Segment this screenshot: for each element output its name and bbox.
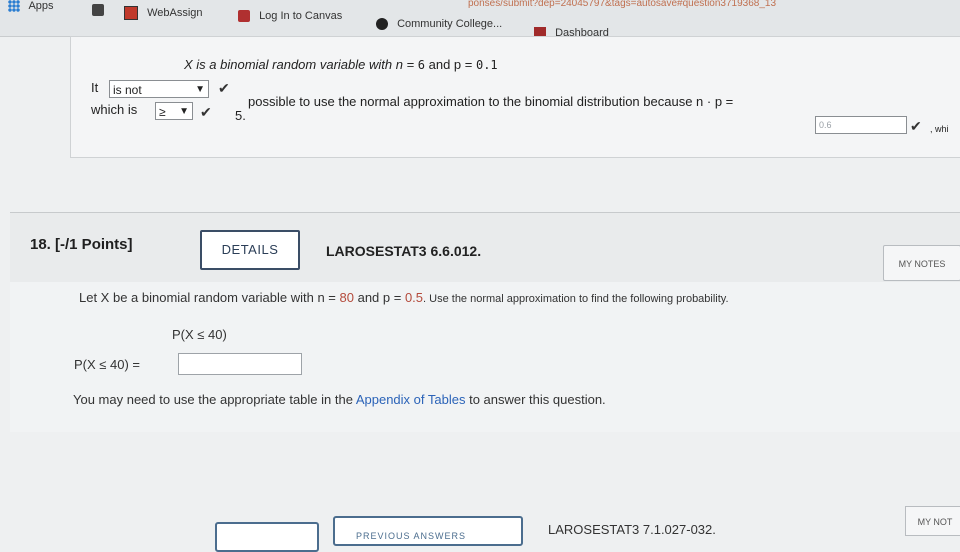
- bookmark-webassign[interactable]: WebAssign: [124, 6, 203, 20]
- q17-np-value: 0.6: [819, 120, 832, 130]
- bookmark-label: Community College...: [397, 18, 503, 30]
- details-button-next[interactable]: [215, 522, 319, 552]
- q17-possible-text: possible to use the normal approximation…: [248, 94, 734, 109]
- q18-expression: P(X ≤ 40): [172, 327, 227, 342]
- q17-trailing-text: , whi: [930, 124, 949, 134]
- q18-prompt-a: Let X be a binomial random variable with…: [79, 290, 340, 305]
- q17-compare-select[interactable]: ≥ ▼: [155, 102, 193, 120]
- q17-and-p: and p =: [425, 57, 476, 72]
- my-notes-button[interactable]: MY NOTES: [883, 245, 960, 281]
- q17-it-label: It: [91, 80, 99, 95]
- appendix-link[interactable]: Appendix of Tables: [356, 392, 466, 407]
- details-button[interactable]: DETAILS: [200, 230, 300, 270]
- select-value: ≥: [159, 105, 166, 119]
- question-code: LAROSESTAT3 6.6.012.: [326, 243, 482, 259]
- webassign-icon: [124, 6, 138, 20]
- question-number: 18. [-/1 Points]: [30, 236, 133, 253]
- bookmark-label: WebAssign: [147, 6, 203, 19]
- check-icon: ✔: [200, 104, 212, 120]
- q17-which-is: which is: [91, 102, 138, 117]
- chevron-down-icon: ▼: [179, 106, 189, 117]
- q17-n: 6: [417, 58, 425, 72]
- q17-np-input[interactable]: 0.6: [815, 116, 907, 134]
- bookmark-blank[interactable]: [92, 4, 110, 17]
- q18-prompt-c: . Use the normal approximation to find t…: [423, 293, 729, 305]
- q18-prompt-b: and p =: [353, 290, 405, 305]
- page-icon: [92, 4, 104, 17]
- q18-hint-b: to answer this question.: [465, 392, 606, 407]
- bookmark-label: Log In to Canvas: [259, 10, 343, 22]
- check-icon: ✔: [910, 118, 922, 134]
- q17-five: 5.: [235, 108, 246, 123]
- q17-stem: X is a binomial random variable with n =…: [184, 57, 498, 72]
- apps-grid-icon: [8, 0, 20, 13]
- url-fragment: ponses/submit?dep=24045797&tags=autosave…: [468, 0, 777, 9]
- q18-answer-label: P(X ≤ 40) =: [74, 357, 141, 372]
- chevron-down-icon: ▼: [195, 84, 205, 95]
- q18-p: 0.5: [404, 290, 424, 305]
- bookmark-apps[interactable]: Apps: [8, 0, 54, 13]
- q18-prompt: Let X be a binomial random variable with…: [79, 290, 729, 305]
- q18-hint: You may need to use the appropriate tabl…: [73, 392, 606, 407]
- check-icon: ✔: [218, 80, 230, 96]
- canvas-icon: [238, 10, 250, 23]
- my-notes-button-next[interactable]: MY NOT: [905, 506, 960, 536]
- answer-input[interactable]: [178, 353, 302, 375]
- bookmarks-bar: Apps WebAssign Log In to Canvas Communit…: [0, 0, 960, 40]
- q17-stem-prefix: X is a binomial random variable with n =: [184, 57, 418, 72]
- q18-hint-a: You may need to use the appropriate tabl…: [73, 392, 356, 407]
- q17-p: 0.1: [475, 58, 498, 72]
- q18-n: 80: [339, 290, 354, 305]
- question-18-header: [10, 212, 960, 283]
- q17-possibility-select[interactable]: is not ▼: [109, 80, 209, 98]
- next-question-code: LAROSESTAT3 7.1.027-032.: [548, 522, 716, 537]
- bookmark-community-college[interactable]: Community College...: [376, 18, 503, 31]
- select-value: is not: [113, 83, 142, 97]
- bookmark-label: Apps: [28, 0, 54, 12]
- bookmark-canvas[interactable]: Log In to Canvas: [238, 10, 343, 23]
- community-college-icon: [376, 18, 388, 31]
